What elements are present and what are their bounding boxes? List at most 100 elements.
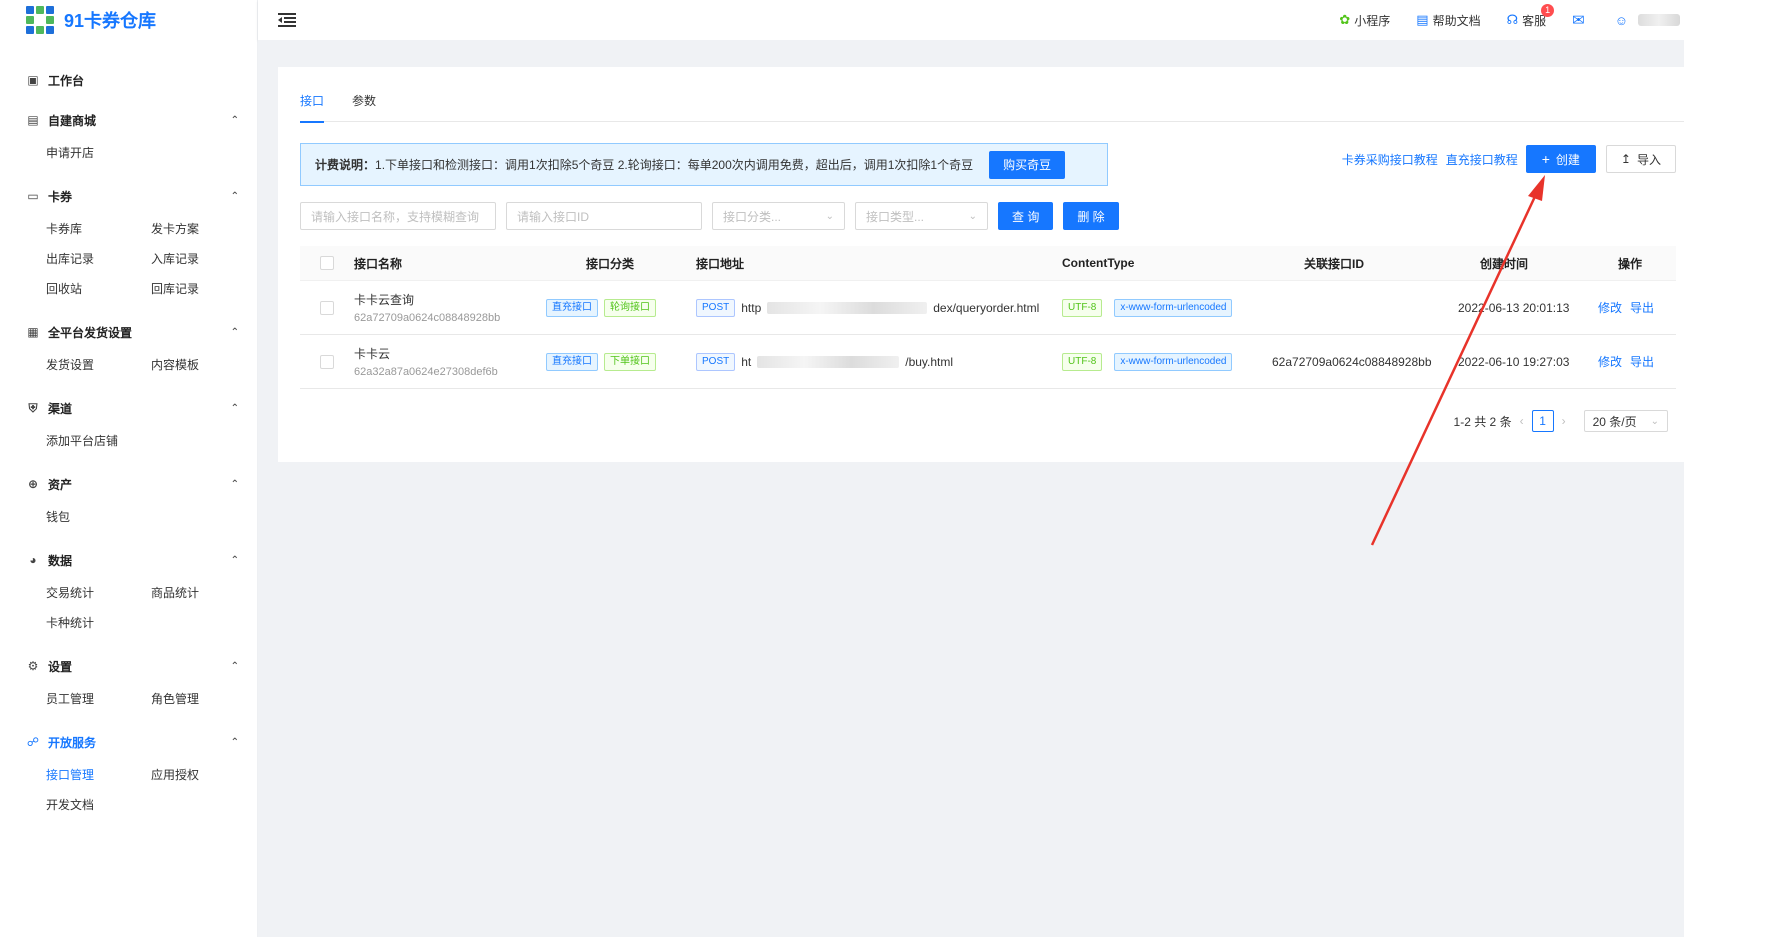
row-checkbox[interactable] [320, 300, 334, 315]
url-prefix: http [741, 300, 762, 315]
sidebar-group-header[interactable]: ▣ 工作台 [0, 62, 257, 98]
logo-icon [26, 6, 54, 34]
sidebar-group-header[interactable]: ▭ 卡券 ⌃ [0, 178, 257, 214]
sidebar-item[interactable]: 应用授权 [151, 760, 256, 790]
create-label: 创建 [1555, 152, 1580, 167]
delete-button[interactable]: 删 除 [1063, 202, 1119, 230]
import-label: 导入 [1636, 152, 1661, 167]
edit-link[interactable]: 修改 [1598, 299, 1622, 316]
chevron-down-icon: ⌄ [1650, 415, 1659, 427]
interface-name-input[interactable]: 请输入接口名称，支持模糊查询 [300, 202, 496, 230]
export-link[interactable]: 导出 [1630, 299, 1654, 316]
sidebar-item[interactable]: 回库记录 [151, 274, 256, 304]
sidebar-item[interactable]: 添加平台店铺 [46, 426, 151, 456]
sidebar-group-label: 全平台发货设置 [48, 325, 133, 340]
sidebar-item[interactable]: 发货设置 [46, 350, 151, 380]
create-button[interactable]: + 创建 [1525, 145, 1596, 173]
page-size-label: 20 条/页 [1592, 414, 1637, 429]
mini-program-label: 小程序 [1354, 13, 1391, 28]
sidebar-group-header[interactable]: ⚙ 设置 ⌃ [0, 648, 257, 684]
content-type-tag: x-www-form-urlencoded [1114, 352, 1233, 371]
user-menu[interactable]: ☺ [1615, 13, 1680, 28]
cell-content-type: UTF-8 x-www-form-urlencoded [1062, 298, 1272, 317]
user-name-blurred [1638, 14, 1680, 26]
prev-page-icon[interactable]: ‹ [1520, 414, 1524, 428]
sidebar-item[interactable]: 卡券库 [46, 214, 151, 244]
mini-program-link[interactable]: ✿ 小程序 [1339, 12, 1390, 29]
category-tag: 轮询接口 [604, 298, 656, 317]
sidebar-item[interactable]: 角色管理 [151, 684, 256, 714]
content-type-tag: x-www-form-urlencoded [1114, 298, 1233, 317]
table-header: 接口名称 接口分类 接口地址 ContentType 关联接口ID 创建时间 操… [300, 246, 1676, 281]
interface-id-input[interactable]: 请输入接口ID [506, 202, 702, 230]
method-tag: POST [696, 352, 736, 371]
customer-service-link[interactable]: ☊ 客服 1 [1507, 3, 1555, 29]
export-link[interactable]: 导出 [1630, 353, 1654, 370]
category-tag: 直充接口 [546, 352, 598, 371]
chevron-up-icon: ⌃ [230, 402, 239, 414]
sidebar-group-header[interactable]: ◕ 数据 ⌃ [0, 542, 257, 578]
sidebar-item[interactable]: 交易统计 [46, 578, 151, 608]
next-page-icon[interactable]: › [1562, 414, 1566, 428]
menu-fold-icon[interactable] [278, 13, 296, 27]
help-docs-link[interactable]: ▤ 帮助文档 [1416, 12, 1480, 29]
sidebar-item[interactable]: 员工管理 [46, 684, 151, 714]
chevron-down-icon: ⌄ [825, 210, 834, 222]
sidebar-group: ▣ 工作台 [0, 62, 257, 98]
col-actions: 操作 [1618, 256, 1643, 271]
edit-link[interactable]: 修改 [1598, 353, 1622, 370]
category-placeholder: 接口分类... [723, 209, 782, 224]
pie-icon: ◕ [29, 553, 37, 567]
cell-url: POST http dex/queryorder.html [696, 298, 1062, 317]
select-all-checkbox[interactable] [320, 256, 334, 270]
sidebar-item[interactable]: 卡种统计 [46, 608, 151, 638]
sidebar-group: ⚙ 设置 ⌃ 员工管理 角色管理 [0, 648, 257, 720]
cell-name: 卡卡云查询 62a72709a0624c08848928bb [354, 291, 546, 324]
sidebar-item[interactable]: 钱包 [46, 502, 151, 532]
logo[interactable]: 91卡券仓库 [0, 0, 257, 40]
link-icon: ☍ [26, 735, 40, 749]
type-select[interactable]: 接口类型... ⌄ [855, 202, 988, 230]
page-size-select[interactable]: 20 条/页 ⌄ [1583, 410, 1668, 432]
sidebar-item[interactable]: 出库记录 [46, 244, 151, 274]
tab-params[interactable]: 参数 [352, 89, 376, 122]
sidebar-item[interactable]: 内容模板 [151, 350, 256, 380]
tab-interface[interactable]: 接口 [300, 89, 325, 123]
sidebar-item[interactable]: 发卡方案 [151, 214, 256, 244]
col-related-id: 关联接口ID [1304, 256, 1365, 271]
cell-url: POST ht/buy.html [696, 352, 1062, 371]
sidebar-item[interactable]: 申请开店 [46, 138, 151, 168]
sidebar-group-header[interactable]: ☍ 开放服务 ⌃ [0, 724, 257, 760]
sidebar-group-label: 数据 [48, 553, 73, 568]
sidebar-item[interactable]: 回收站 [46, 274, 151, 304]
sidebar-group-header[interactable]: ⊕ 资产 ⌃ [0, 466, 257, 502]
cell-category: 直充接口 轮询接口 [546, 298, 696, 317]
sidebar-group-header[interactable]: ▦ 全平台发货设置 ⌃ [0, 314, 257, 350]
sidebar-group-label: 渠道 [48, 401, 73, 416]
chevron-up-icon: ⌃ [230, 660, 239, 672]
sidebar-group-label: 设置 [48, 659, 73, 674]
sidebar-group-label: 卡券 [48, 189, 73, 204]
category-select[interactable]: 接口分类... ⌄ [712, 202, 845, 230]
charset-tag: UTF-8 [1062, 352, 1103, 371]
sidebar-item[interactable]: 开发文档 [46, 790, 151, 820]
import-button[interactable]: ↥ 导入 [1605, 145, 1676, 173]
purchase-tutorial-link[interactable]: 卡券采购接口教程 [1342, 151, 1438, 168]
sidebar-group-header[interactable]: ▤ 自建商城 ⌃ [0, 102, 257, 138]
chevron-down-icon: ⌄ [968, 210, 977, 222]
buy-beans-button[interactable]: 购买奇豆 [989, 150, 1066, 179]
card-icon: ▭ [27, 189, 39, 203]
recharge-tutorial-link[interactable]: 直充接口教程 [1446, 151, 1518, 168]
sidebar-group: ⛨ 渠道 ⌃ 添加平台店铺 [0, 390, 257, 462]
query-button[interactable]: 查 询 [998, 202, 1054, 230]
sidebar-item[interactable]: 接口管理 [46, 760, 151, 790]
row-checkbox[interactable] [320, 354, 334, 369]
sidebar-item[interactable]: 入库记录 [151, 244, 256, 274]
mail-button[interactable]: ✉ [1572, 11, 1589, 29]
header-actions: ✿ 小程序 ▤ 帮助文档 ☊ 客服 1 ✉ ☺ [1313, 0, 1684, 40]
sidebar-group-header[interactable]: ⛨ 渠道 ⌃ [0, 390, 257, 426]
page-number[interactable]: 1 [1531, 410, 1554, 432]
url-blurred [767, 301, 928, 314]
table-row: 卡卡云查询 62a72709a0624c08848928bb 直充接口 轮询接口 POS… [300, 281, 1676, 335]
sidebar-item[interactable]: 商品统计 [151, 578, 256, 608]
